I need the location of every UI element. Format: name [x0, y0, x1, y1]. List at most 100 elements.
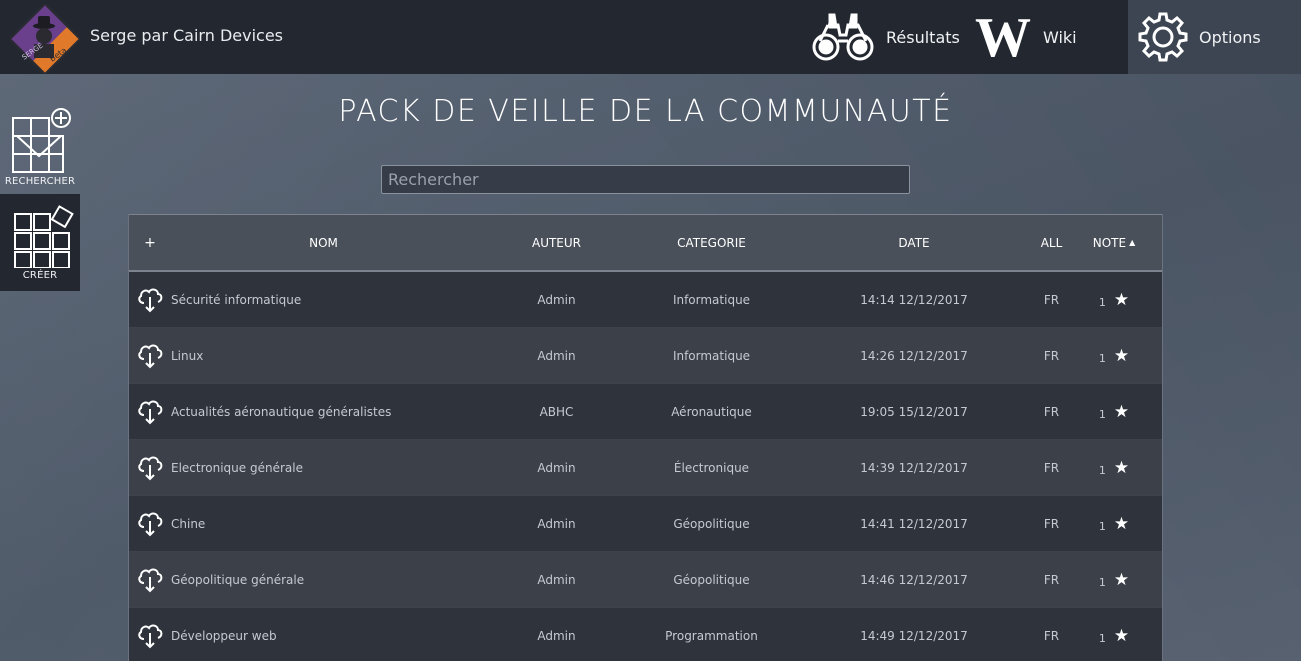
- pack-category: Programmation: [665, 628, 758, 643]
- rating-count: 1: [1098, 408, 1106, 421]
- pack-rating: 1 ★: [1079, 496, 1149, 551]
- pack-category: Informatique: [672, 292, 751, 307]
- pack-name[interactable]: Géopolitique générale: [171, 552, 476, 607]
- pack-name[interactable]: Electronique générale: [171, 440, 476, 495]
- cloud-download-icon: [138, 512, 163, 536]
- column-header-author[interactable]: AUTEUR: [499, 215, 614, 270]
- pack-name[interactable]: Actualités aéronautique généralistes: [171, 384, 476, 439]
- pack-rating: 1 ★: [1079, 552, 1149, 607]
- pack-name[interactable]: Développeur web: [171, 608, 476, 661]
- cloud-download-icon: [138, 568, 163, 592]
- pack-author: Admin: [537, 292, 576, 307]
- table-body: Sécurité informatique Admin Informatique…: [129, 272, 1162, 661]
- pack-name[interactable]: Sécurité informatique: [171, 272, 476, 327]
- star-icon[interactable]: ★: [1114, 514, 1129, 534]
- download-pack-button[interactable]: [129, 328, 171, 383]
- logo-badge-icon: SERGE Beta: [8, 2, 82, 76]
- pack-name[interactable]: Linux: [171, 328, 476, 383]
- pack-date: 14:46 12/12/2017: [860, 572, 968, 587]
- download-pack-button[interactable]: [129, 608, 171, 661]
- rating-count: 1: [1098, 520, 1106, 533]
- serge-logo[interactable]: SERGE Beta: [8, 2, 82, 76]
- download-pack-button[interactable]: [129, 496, 171, 551]
- pack-category: Informatique: [672, 348, 751, 363]
- download-pack-button[interactable]: [129, 384, 171, 439]
- brand-name[interactable]: Serge par Cairn Devices: [90, 26, 283, 45]
- rating-count: 1: [1098, 464, 1106, 477]
- nav-wiki-label: Wiki: [1043, 27, 1077, 47]
- star-icon[interactable]: ★: [1114, 402, 1129, 422]
- star-icon[interactable]: ★: [1114, 626, 1129, 646]
- binoculars-icon: [812, 13, 874, 61]
- nav-wiki[interactable]: W Wiki: [975, 0, 1077, 74]
- pack-language: FR: [1043, 460, 1060, 475]
- cloud-download-icon: [138, 624, 163, 648]
- pack-language: FR: [1043, 348, 1060, 363]
- cloud-download-icon: [138, 288, 163, 312]
- column-header-rating-label: NOTE: [1092, 235, 1127, 250]
- rating-count: 1: [1098, 296, 1106, 309]
- pack-category: Électronique: [673, 460, 750, 475]
- rating-count: 1: [1098, 632, 1106, 645]
- rating-count: 1: [1098, 352, 1106, 365]
- cloud-download-icon: [138, 400, 163, 424]
- star-icon[interactable]: ★: [1114, 570, 1129, 590]
- table-row: Actualités aéronautique généralistes ABH…: [129, 384, 1162, 440]
- pack-date: 14:49 12/12/2017: [860, 628, 968, 643]
- sort-ascending-icon: ▲: [1129, 238, 1136, 247]
- column-header-date[interactable]: DATE: [834, 215, 994, 270]
- cloud-download-icon: [138, 344, 163, 368]
- pack-rating: 1 ★: [1079, 272, 1149, 327]
- column-header-category[interactable]: CATEGORIE: [639, 215, 784, 270]
- nav-options[interactable]: Options: [1128, 0, 1301, 74]
- star-icon[interactable]: ★: [1114, 346, 1129, 366]
- watch-pack-table: + NOM AUTEUR CATEGORIE DATE ALL NOTE ▲ S…: [128, 214, 1163, 661]
- search-input[interactable]: [381, 165, 910, 194]
- pack-category: Géopolitique: [673, 572, 750, 587]
- pack-date: 14:26 12/12/2017: [860, 348, 968, 363]
- pack-language: FR: [1043, 516, 1060, 531]
- star-icon[interactable]: ★: [1114, 290, 1129, 310]
- table-row: Electronique générale Admin Électronique…: [129, 440, 1162, 496]
- wikipedia-w-icon: W: [975, 7, 1031, 69]
- download-pack-button[interactable]: [129, 440, 171, 495]
- sidebar-search-label: RECHERCHER: [4, 176, 76, 187]
- page-title: PACK DE VEILLE DE LA COMMUNAUTÉ: [338, 94, 953, 129]
- star-icon[interactable]: ★: [1114, 458, 1129, 478]
- download-pack-button[interactable]: [129, 272, 171, 327]
- top-bar: SERGE Beta Serge par Cairn Devices Résul…: [0, 0, 1301, 76]
- pack-date: 14:14 12/12/2017: [860, 292, 968, 307]
- cloud-download-icon: [138, 456, 163, 480]
- download-pack-button[interactable]: [129, 552, 171, 607]
- pack-rating: 1 ★: [1079, 608, 1149, 661]
- pack-author: Admin: [537, 460, 576, 475]
- nav-results[interactable]: Résultats: [810, 0, 960, 74]
- pack-author: Admin: [537, 628, 576, 643]
- pack-category: Aéronautique: [671, 404, 752, 419]
- nav-options-label: Options: [1199, 27, 1261, 47]
- create-grid-icon: [14, 205, 74, 268]
- sidebar-create-button[interactable]: CRÉER: [0, 194, 80, 291]
- pack-language: FR: [1043, 292, 1060, 307]
- pack-author: Admin: [537, 516, 576, 531]
- sidebar-create-label: CRÉER: [22, 270, 58, 281]
- table-row: Linux Admin Informatique 14:26 12/12/201…: [129, 328, 1162, 384]
- pack-author: Admin: [537, 572, 576, 587]
- table-header: + NOM AUTEUR CATEGORIE DATE ALL NOTE ▲: [129, 214, 1162, 272]
- pack-rating: 1 ★: [1079, 440, 1149, 495]
- pack-rating: 1 ★: [1079, 384, 1149, 439]
- pack-rating: 1 ★: [1079, 328, 1149, 383]
- pack-author: Admin: [537, 348, 576, 363]
- nav-results-label: Résultats: [886, 27, 960, 47]
- pack-name[interactable]: Chine: [171, 496, 476, 551]
- pack-language: FR: [1043, 628, 1060, 643]
- table-row: Géopolitique générale Admin Géopolitique…: [129, 552, 1162, 608]
- pack-category: Géopolitique: [673, 516, 750, 531]
- column-header-rating[interactable]: NOTE ▲: [1079, 215, 1149, 270]
- pack-date: 14:41 12/12/2017: [860, 516, 968, 531]
- pack-language: FR: [1043, 572, 1060, 587]
- language-filter[interactable]: ALL: [1029, 215, 1074, 270]
- add-pack-button[interactable]: +: [129, 215, 171, 270]
- column-header-name[interactable]: NOM: [171, 215, 476, 270]
- gear-icon: [1138, 12, 1188, 62]
